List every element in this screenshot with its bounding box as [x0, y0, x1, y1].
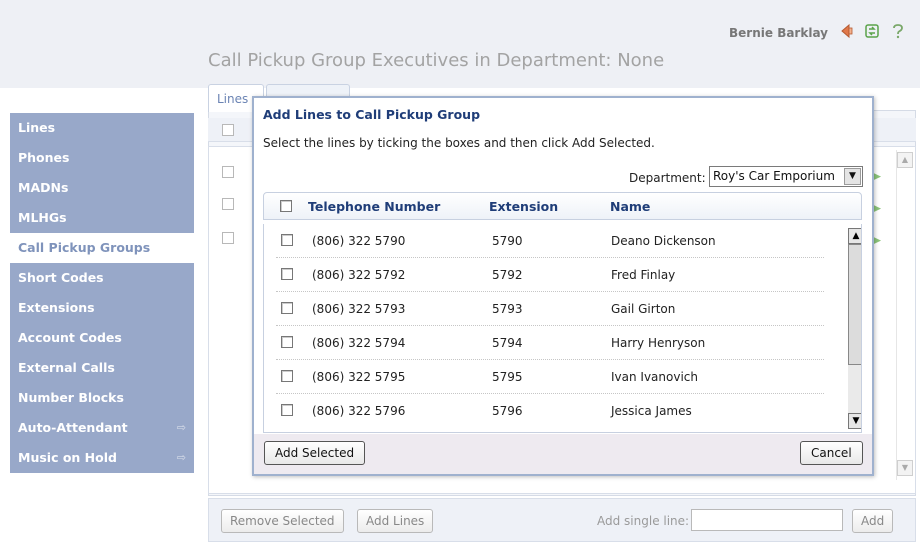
add-lines-dialog: Add Lines to Call Pickup Group Select th…	[252, 96, 874, 476]
table-row[interactable]: (806) 322 5792 5792 Fred Finlay	[264, 258, 832, 292]
column-name[interactable]: Name	[610, 199, 650, 214]
sidebar-item-number-blocks[interactable]: Number Blocks	[10, 383, 194, 413]
sidebar-item-phones[interactable]: Phones	[10, 143, 194, 173]
dialog-title: Add Lines to Call Pickup Group	[263, 107, 481, 122]
sidebar-item-label: Number Blocks	[18, 390, 124, 405]
sidebar-item-call-pickup-groups[interactable]: Call Pickup Groups	[10, 233, 194, 263]
sidebar-item-lines[interactable]: Lines	[10, 113, 194, 143]
cancel-button[interactable]: Cancel	[800, 441, 863, 465]
add-single-line-label: Add single line:	[597, 514, 690, 528]
user-name: Bernie Barklay	[729, 26, 828, 40]
row-checkbox[interactable]	[281, 336, 293, 348]
extension: 5795	[492, 370, 523, 384]
sidebar-item-label: Call Pickup Groups	[18, 240, 151, 255]
add-button[interactable]: Add	[852, 509, 894, 533]
remove-selected-button[interactable]: Remove Selected	[221, 509, 344, 533]
select-all-checkbox[interactable]	[222, 124, 234, 136]
top-bar	[0, 0, 920, 88]
refresh-icon[interactable]	[862, 21, 882, 41]
telephone-number: (806) 322 5790	[312, 234, 406, 248]
table-row[interactable]: (806) 322 5795 5795 Ivan Ivanovich	[264, 360, 832, 394]
sidebar-item-label: Account Codes	[18, 330, 122, 345]
telephone-number: (806) 322 5796	[312, 404, 406, 418]
dialog-instruction: Select the lines by ticking the boxes an…	[263, 136, 655, 150]
telephone-number: (806) 322 5795	[312, 370, 406, 384]
extension: 5792	[492, 268, 523, 282]
column-extension[interactable]: Extension	[489, 199, 558, 214]
chevron-down-icon[interactable]: ▼	[844, 168, 861, 185]
table-row[interactable]: (806) 322 5796 5796 Jessica James	[264, 394, 832, 428]
sidebar-item-label: Lines	[18, 120, 56, 135]
row-checkbox[interactable]	[222, 166, 234, 178]
sidebar-item-label: Music on Hold	[18, 450, 117, 465]
extension: 5790	[492, 234, 523, 248]
extension: 5793	[492, 302, 523, 316]
name: Harry Henryson	[611, 336, 706, 350]
sidebar: Lines Phones MADNs MLHGs Call Pickup Gro…	[10, 113, 194, 473]
sidebar-item-label: MADNs	[18, 180, 69, 195]
lines-list: (806) 322 5790 5790 Deano Dickenson (806…	[263, 224, 862, 433]
sidebar-item-auto-attendant[interactable]: Auto-Attendant ⇨	[10, 413, 194, 443]
department-label: Department:	[629, 171, 706, 185]
row-checkbox[interactable]	[281, 404, 293, 416]
sidebar-item-madns[interactable]: MADNs	[10, 173, 194, 203]
back-icon[interactable]	[836, 21, 856, 41]
extension: 5794	[492, 336, 523, 350]
list-scrollbar[interactable]: ▲ ▼	[848, 228, 861, 429]
name: Fred Finlay	[611, 268, 676, 282]
table-header: Telephone Number Extension Name	[263, 192, 862, 220]
external-link-icon: ⇨	[176, 421, 186, 434]
add-single-line-input[interactable]	[691, 509, 843, 531]
department-value: Roy's Car Emporium	[713, 169, 835, 183]
row-checkbox[interactable]	[222, 232, 234, 244]
scroll-up-icon[interactable]: ▲	[848, 228, 861, 244]
sidebar-item-music-on-hold[interactable]: Music on Hold ⇨	[10, 443, 194, 473]
name: Ivan Ivanovich	[611, 370, 698, 384]
sidebar-item-label: MLHGs	[18, 210, 67, 225]
sidebar-item-label: Extensions	[18, 300, 95, 315]
sidebar-item-extensions[interactable]: Extensions	[10, 293, 194, 323]
select-all-checkbox[interactable]	[280, 200, 292, 212]
row-checkbox[interactable]	[222, 198, 234, 210]
scroll-up-icon[interactable]: ▲	[897, 152, 913, 168]
add-selected-button[interactable]: Add Selected	[264, 441, 366, 465]
table-row[interactable]: (806) 322 5790 5790 Deano Dickenson	[264, 224, 832, 258]
sidebar-item-short-codes[interactable]: Short Codes	[10, 263, 194, 293]
name: Gail Girton	[611, 302, 676, 316]
scroll-down-icon[interactable]: ▼	[897, 460, 913, 476]
external-link-icon: ⇨	[176, 451, 186, 464]
telephone-number: (806) 322 5792	[312, 268, 406, 282]
row-checkbox[interactable]	[281, 268, 293, 280]
help-icon[interactable]	[888, 21, 908, 41]
sidebar-item-external-calls[interactable]: External Calls	[10, 353, 194, 383]
sidebar-item-label: External Calls	[18, 360, 115, 375]
sidebar-item-label: Auto-Attendant	[18, 420, 128, 435]
telephone-number: (806) 322 5793	[312, 302, 406, 316]
row-checkbox[interactable]	[281, 370, 293, 382]
row-checkbox[interactable]	[281, 234, 293, 246]
name: Jessica James	[611, 404, 692, 418]
sidebar-item-account-codes[interactable]: Account Codes	[10, 323, 194, 353]
sidebar-item-label: Phones	[18, 150, 70, 165]
scroll-down-icon[interactable]: ▼	[848, 413, 861, 429]
extension: 5796	[492, 404, 523, 418]
sidebar-item-label: Short Codes	[18, 270, 104, 285]
page-title: Call Pickup Group Executives in Departme…	[208, 50, 665, 71]
telephone-number: (806) 322 5794	[312, 336, 406, 350]
sidebar-item-mlhgs[interactable]: MLHGs	[10, 203, 194, 233]
department-select[interactable]: Roy's Car Emporium ▼	[709, 166, 863, 187]
table-row[interactable]: (806) 322 5794 5794 Harry Henryson	[264, 326, 832, 360]
column-telephone-number[interactable]: Telephone Number	[308, 199, 440, 214]
scroll-thumb[interactable]	[848, 244, 861, 365]
name: Deano Dickenson	[611, 234, 716, 248]
row-checkbox[interactable]	[281, 302, 293, 314]
add-lines-button[interactable]: Add Lines	[357, 509, 434, 533]
lines-scrollbar[interactable]: ▲ ▼	[896, 150, 913, 480]
table-row[interactable]: (806) 322 5793 5793 Gail Girton	[264, 292, 832, 326]
